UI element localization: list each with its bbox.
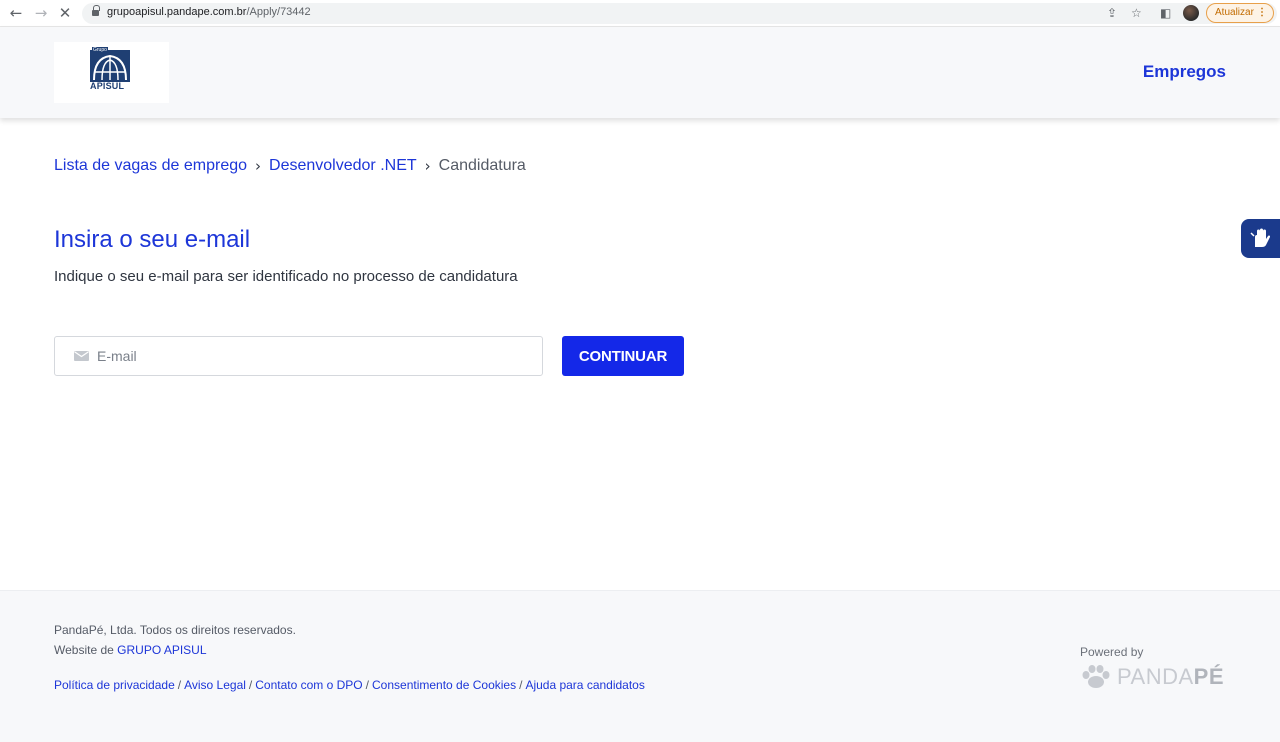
- continue-button[interactable]: CONTINUAR: [562, 336, 684, 376]
- url-text[interactable]: grupoapisul.pandape.com.br/Apply/73442: [107, 6, 311, 18]
- logo-apisul-label: APISUL: [90, 81, 125, 91]
- breadcrumb: Lista de vagas de emprego › Desenvolvedor …: [54, 157, 526, 175]
- company-website-link[interactable]: GRUPO APISUL: [117, 643, 206, 657]
- legal-notice-link[interactable]: Aviso Legal: [184, 678, 246, 692]
- logo-grupo-label: Grupo: [92, 47, 108, 53]
- page-subtitle: Indique o seu e-mail para ser identifica…: [54, 268, 518, 285]
- powered-by-label: Powered by: [1080, 645, 1144, 659]
- paw-icon: [1082, 665, 1110, 688]
- website-credit: Website de GRUPO APISUL: [54, 643, 207, 657]
- back-arrow-icon[interactable]: ←: [7, 4, 25, 22]
- breadcrumb-current: Candidatura: [438, 157, 526, 174]
- page-title: Insira o seu e-mail: [54, 226, 251, 253]
- browser-toolbar: ← → ✕ grupoapisul.pandape.com.br/Apply/7…: [0, 0, 1280, 27]
- footer-links: Política de privacidade / Aviso Legal / Cont…: [54, 678, 645, 692]
- email-input[interactable]: [97, 337, 537, 375]
- breadcrumb-job-list-link[interactable]: Lista de vagas de emprego: [54, 157, 247, 174]
- side-panel-icon[interactable]: ◧: [1160, 5, 1171, 21]
- star-icon[interactable]: ☆: [1131, 5, 1142, 21]
- copyright-text: PandaPé, Ltda. Todos os direitos reserva…: [54, 623, 296, 637]
- chevron-right-icon: ›: [255, 157, 262, 175]
- site-header: Grupo APISUL Empregos: [0, 27, 1280, 118]
- dpo-contact-link[interactable]: Contato com o DPO: [255, 678, 362, 692]
- brand-pe-text: PÉ: [1193, 664, 1225, 689]
- share-icon[interactable]: ⇪: [1107, 5, 1117, 21]
- candidate-help-link[interactable]: Ajuda para candidatos: [525, 678, 644, 692]
- chevron-right-icon: ›: [424, 157, 431, 175]
- envelope-icon: [74, 351, 89, 361]
- forward-arrow-icon[interactable]: →: [32, 4, 50, 22]
- stop-loading-close-icon[interactable]: ✕: [56, 4, 74, 22]
- company-logo[interactable]: Grupo APISUL: [54, 42, 169, 103]
- privacy-policy-link[interactable]: Política de privacidade: [54, 678, 175, 692]
- accessibility-widget-button[interactable]: [1241, 219, 1280, 258]
- more-menu-icon[interactable]: ⋮: [1257, 4, 1267, 22]
- cookie-consent-link[interactable]: Consentimento de Cookies: [372, 678, 516, 692]
- update-button[interactable]: Atualizar ⋮: [1206, 3, 1274, 23]
- profile-avatar[interactable]: [1183, 5, 1199, 21]
- sign-language-icon: [1250, 228, 1270, 247]
- globe-logo-icon: [90, 50, 130, 82]
- brand-panda-text: PANDA: [1117, 664, 1194, 689]
- breadcrumb-job-link[interactable]: Desenvolvedor .NET: [269, 157, 417, 174]
- site-footer: PandaPé, Ltda. Todos os direitos reserva…: [0, 590, 1280, 742]
- email-field-wrapper[interactable]: [54, 336, 543, 376]
- lock-icon[interactable]: [92, 5, 100, 17]
- empregos-link[interactable]: Empregos: [1143, 62, 1226, 82]
